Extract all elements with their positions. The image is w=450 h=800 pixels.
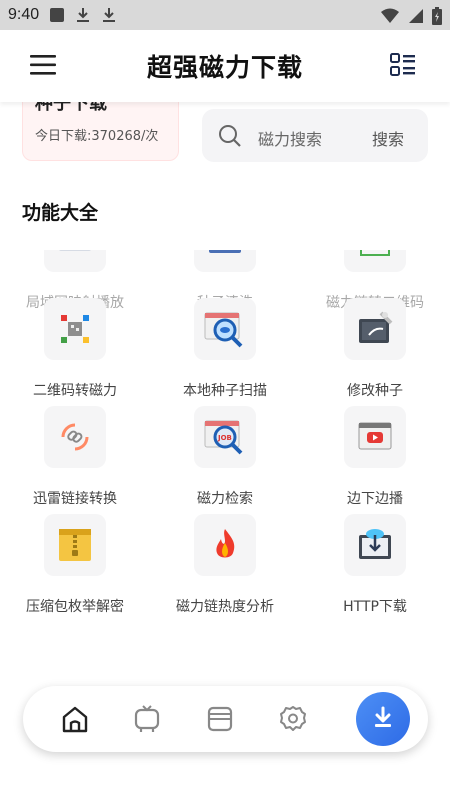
battery-icon [432, 7, 442, 29]
edit-torrent-icon [344, 298, 406, 360]
feature-stream-play[interactable]: 边下边播 [300, 406, 450, 514]
bottom-nav [23, 686, 428, 752]
menu-icon[interactable] [30, 54, 56, 76]
torrent-clean-icon [194, 250, 256, 272]
local-scan-icon [194, 298, 256, 360]
feature-archive-decrypt[interactable]: 压缩包枚举解密 [0, 514, 150, 622]
http-download-icon [344, 514, 406, 576]
main-content[interactable]: 种子下载 今日下载:370268/次 磁力搜索 搜索 功能大全 局域网映射播放 … [0, 102, 450, 682]
stream-play-icon [344, 406, 406, 468]
feature-label: 二维码转磁力 [33, 383, 117, 399]
feature-heat-analysis[interactable]: 磁力链热度分析 [150, 514, 300, 622]
archive-decrypt-icon [44, 514, 106, 576]
home-icon[interactable] [60, 704, 90, 734]
download-fab-button[interactable] [356, 692, 410, 746]
download-icon [371, 705, 395, 733]
heat-analysis-icon [194, 514, 256, 576]
feature-edit-torrent[interactable]: 修改种子 [300, 298, 450, 406]
card-title: 种子下载 [35, 102, 107, 114]
page-title: 超强磁力下载 [146, 53, 303, 82]
notification-square-icon [49, 7, 65, 23]
feature-label: 边下边播 [347, 491, 403, 507]
list-view-icon[interactable] [390, 53, 416, 77]
feature-magnet-search[interactable]: JOB 磁力检索 [150, 406, 300, 514]
wifi-icon [380, 8, 400, 28]
download-notification-icon [101, 7, 117, 23]
feature-label: 本地种子扫描 [183, 383, 267, 399]
feature-http-download[interactable]: HTTP下载 [300, 514, 450, 622]
status-bar: 9:40 [0, 0, 450, 30]
feature-qr-to-magnet[interactable]: 二维码转磁力 [0, 298, 150, 406]
section-title: 功能大全 [22, 202, 99, 224]
search-input[interactable]: 磁力搜索 [258, 126, 322, 150]
feature-link-convert[interactable]: 迅雷链接转换 [0, 406, 150, 514]
magnet-to-qr-icon [344, 250, 406, 272]
magnet-search-icon: JOB [194, 406, 256, 468]
feature-label: 修改种子 [347, 383, 403, 399]
feature-label: HTTP下载 [343, 599, 407, 615]
signal-icon [408, 8, 424, 28]
feature-label: 压缩包枚举解密 [26, 599, 124, 615]
qr-to-magnet-icon [44, 298, 106, 360]
feature-label: 磁力链热度分析 [176, 599, 274, 615]
feature-label: 磁力检索 [197, 491, 253, 507]
search-bar[interactable]: 磁力搜索 搜索 [202, 109, 428, 162]
search-button[interactable]: 搜索 [372, 126, 404, 150]
torrent-download-card[interactable]: 种子下载 今日下载:370268/次 [22, 102, 179, 161]
link-convert-icon [44, 406, 106, 468]
cards-icon[interactable] [205, 704, 235, 734]
svg-text:JOB: JOB [217, 434, 232, 442]
search-icon [218, 124, 242, 148]
daily-download-count: 今日下载:370268/次 [35, 129, 159, 144]
tv-icon[interactable] [132, 704, 162, 734]
download-notification-icon [75, 7, 91, 23]
app-header: 超强磁力下载 [0, 30, 450, 102]
status-time: 9:40 [8, 6, 40, 23]
feature-label: 迅雷链接转换 [33, 491, 117, 507]
settings-icon[interactable] [278, 704, 308, 734]
feature-local-scan[interactable]: 本地种子扫描 [150, 298, 300, 406]
